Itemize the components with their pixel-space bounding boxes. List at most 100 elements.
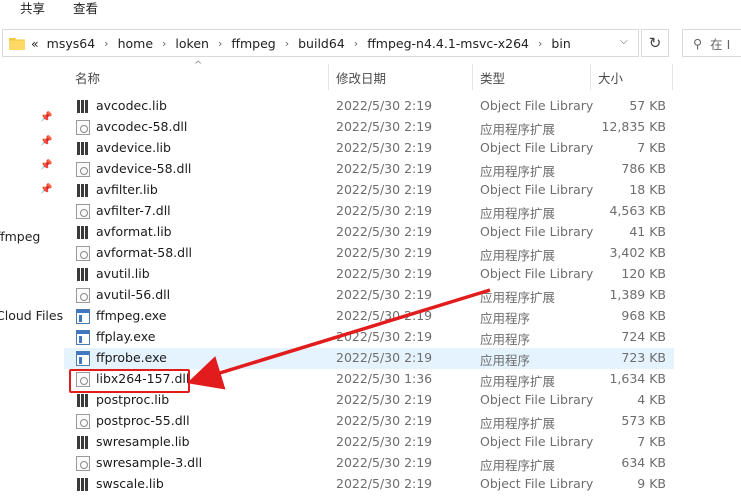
file-name: avfilter.lib [96,182,158,197]
file-size: 57 KB [629,98,666,113]
column-date[interactable]: 修改日期 [336,60,386,94]
breadcrumb-loken[interactable]: loken [175,36,209,51]
file-type: 应用程序扩展 [480,164,556,179]
breadcrumb-overflow[interactable]: « [31,36,39,51]
file-row[interactable]: swresample-3.dll 2022/5/30 2:19 应用程序扩展 634 … [64,453,674,474]
nav-item-ffmpeg[interactable]: ffmpeg [0,229,40,244]
breadcrumb-ffmpeg[interactable]: ffmpeg [231,36,275,51]
column-divider[interactable] [672,64,673,90]
breadcrumb-build64[interactable]: build64 [298,36,345,51]
file-row[interactable]: avformat-58.dll 2022/5/30 2:19 应用程序扩展 3,402… [64,243,674,264]
library-file-icon [76,99,90,114]
file-row[interactable]: swscale.lib 2022/5/30 2:19 Object File Lib… [64,474,674,495]
file-size: 786 KB [621,161,666,176]
column-name[interactable]: 名称 [75,60,100,94]
file-row[interactable]: postproc.lib 2022/5/30 2:19 Object File Li… [64,390,674,411]
file-type: Object File Library [480,140,594,155]
pin-icon[interactable]: 📌 [40,112,52,124]
file-name: swresample.lib [96,434,190,449]
chevron-right-icon[interactable]: › [354,37,358,50]
dll-file-icon [76,120,90,135]
file-row[interactable]: avdevice-58.dll 2022/5/30 2:19 应用程序扩展 786 K… [64,159,674,180]
file-row[interactable]: avcodec-58.dll 2022/5/30 2:19 应用程序扩展 12,835… [64,117,674,138]
file-row[interactable]: postproc-55.dll 2022/5/30 2:19 应用程序扩展 573 K… [64,411,674,432]
search-input[interactable]: ⚲ 在 I [682,29,741,57]
dll-file-icon [76,456,90,471]
file-row[interactable]: avcodec.lib 2022/5/30 2:19 Object File Lib… [64,96,674,117]
file-name: avdevice.lib [96,140,171,155]
file-date: 2022/5/30 2:19 [336,287,433,302]
dll-file-icon [76,162,90,177]
chevron-right-icon[interactable]: › [162,37,166,50]
address-bar[interactable]: « msys64 › home › loken › ffmpeg › build… [2,29,639,57]
file-date: 2022/5/30 2:19 [336,350,433,365]
chevron-right-icon[interactable]: › [104,37,108,50]
breadcrumb-msys64[interactable]: msys64 [47,36,96,51]
file-row[interactable]: avdevice.lib 2022/5/30 2:19 Object File Li… [64,138,674,159]
refresh-button[interactable]: ↻ [641,29,669,57]
file-date: 2022/5/30 2:19 [336,329,433,344]
file-name: avformat.lib [96,224,172,239]
file-row[interactable]: ffplay.exe 2022/5/30 2:19 应用程序 724 KB [64,327,674,348]
column-divider[interactable] [590,64,591,90]
file-row[interactable]: avfilter.lib 2022/5/30 2:19 Object File Li… [64,180,674,201]
column-divider[interactable] [472,64,473,90]
file-name: avutil.lib [96,266,150,281]
library-file-icon [76,183,90,198]
file-row[interactable]: ffprobe.exe 2022/5/30 2:19 应用程序 723 KB [64,348,674,369]
file-type: 应用程序扩展 [480,458,556,473]
column-size[interactable]: 大小 [598,60,623,94]
navigation-pane: 📌 📌 📌 📌 ffmpeg Cloud Files [0,60,64,502]
ribbon: 共享 查看 [0,0,741,20]
file-size: 573 KB [621,413,666,428]
chevron-down-icon[interactable]: ⌵ [620,36,632,48]
file-row[interactable]: avutil-56.dll 2022/5/30 2:19 应用程序扩展 1,389 K… [64,285,674,306]
file-type: 应用程序扩展 [480,206,556,221]
pin-icon[interactable]: 📌 [40,184,52,196]
file-type: Object File Library [480,266,594,281]
breadcrumb-home[interactable]: home [118,36,153,51]
file-row[interactable]: ffmpeg.exe 2022/5/30 2:19 应用程序 968 KB [64,306,674,327]
file-date: 2022/5/30 2:19 [336,434,433,449]
file-date: 2022/5/30 2:19 [336,182,433,197]
breadcrumb-ffmpeg-n4[interactable]: ffmpeg-n4.4.1-msvc-x264 [367,36,529,51]
dll-file-icon [76,204,90,219]
column-type[interactable]: 类型 [480,60,505,94]
file-list: ^ 名称 修改日期 类型 大小 avcodec.lib 2022/5/30 2:1… [64,60,741,502]
file-size: 1,389 KB [609,287,666,302]
file-date: 2022/5/30 2:19 [336,266,433,281]
column-divider[interactable] [328,64,329,90]
file-row[interactable]: swresample.lib 2022/5/30 2:19 Object File … [64,432,674,453]
chevron-right-icon[interactable]: › [285,37,289,50]
library-file-icon [76,225,90,240]
file-type: 应用程序 [480,311,531,326]
nav-item-cloud-files[interactable]: Cloud Files [0,308,63,323]
chevron-right-icon[interactable]: › [538,37,542,50]
file-type: 应用程序扩展 [480,416,556,431]
tab-view[interactable]: 查看 [73,0,98,17]
file-row[interactable]: avutil.lib 2022/5/30 2:19 Object File Libr… [64,264,674,285]
pin-icon[interactable]: 📌 [40,136,52,148]
exe-file-icon [76,309,90,324]
chevron-right-icon[interactable]: › [218,37,222,50]
file-row[interactable]: avformat.lib 2022/5/30 2:19 Object File Li… [64,222,674,243]
file-date: 2022/5/30 2:19 [336,98,433,113]
file-name: postproc.lib [96,392,170,407]
file-size: 723 KB [621,350,666,365]
tab-share[interactable]: 共享 [20,0,45,17]
exe-file-icon [76,351,90,366]
file-type: 应用程序扩展 [480,290,556,305]
file-size: 968 KB [621,308,666,323]
file-type: Object File Library [480,98,594,113]
pin-icon[interactable]: 📌 [40,160,52,172]
file-row[interactable]: avfilter-7.dll 2022/5/30 2:19 应用程序扩展 4,563 … [64,201,674,222]
file-type: 应用程序扩展 [480,122,556,137]
search-placeholder: 在 I [710,36,731,52]
file-size: 4 KB [637,392,666,407]
file-type: 应用程序 [480,353,531,368]
file-size: 12,835 KB [601,119,666,134]
file-name: avformat-58.dll [96,245,193,260]
exe-file-icon [76,330,90,345]
breadcrumb-bin[interactable]: bin [551,36,570,51]
file-size: 18 KB [629,182,666,197]
